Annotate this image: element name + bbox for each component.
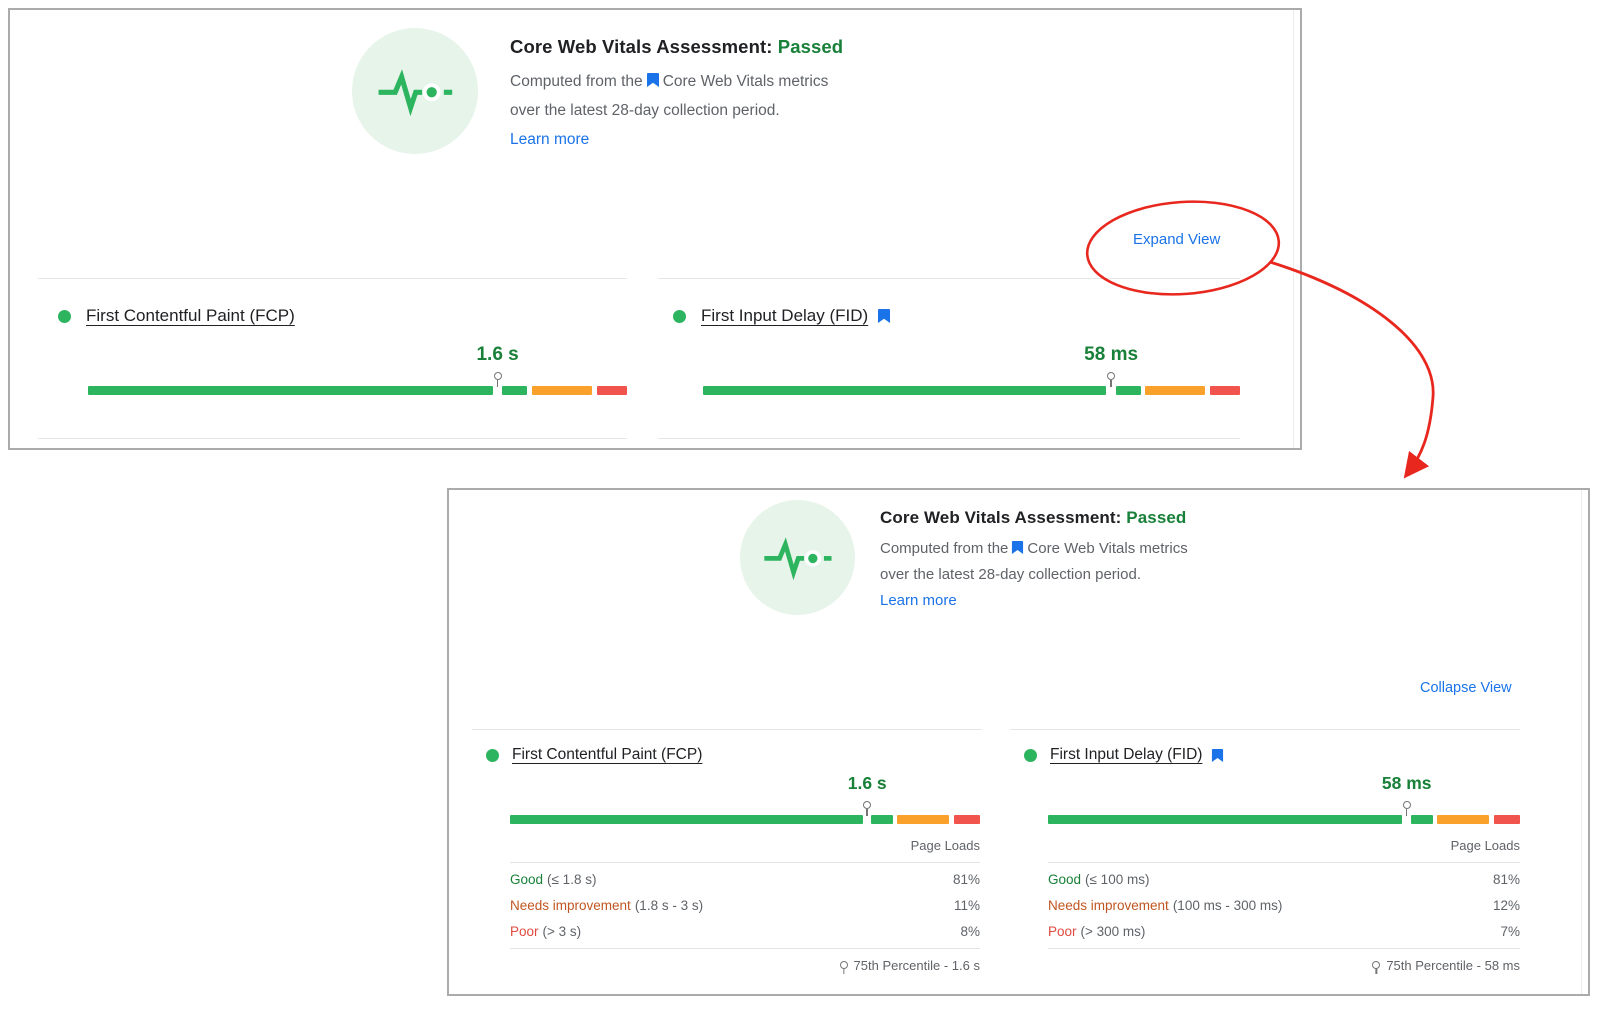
metric-fid-link[interactable]: First Input Delay (FID) — [701, 306, 868, 326]
metric-value: 1.6 s — [848, 773, 887, 794]
bookmark-icon — [646, 72, 660, 88]
bar-segment-good — [502, 386, 527, 395]
metric-fid: First Input Delay (FID) 58 ms — [673, 306, 1240, 326]
description-text: Core Web Vitals metrics — [663, 73, 829, 90]
cwv-collapsed-panel: Core Web Vitals Assessment: Passed Compu… — [8, 8, 1302, 450]
description-text: Core Web Vitals metrics — [1027, 540, 1187, 557]
bookmark-icon[interactable] — [1211, 748, 1224, 763]
section-divider — [38, 438, 627, 439]
scrollbar-track — [1581, 490, 1582, 994]
bar-segment-needs-improvement — [532, 386, 592, 395]
good-status-dot-icon — [1024, 749, 1037, 762]
bar-segment-poor — [1210, 386, 1240, 395]
metric-distribution-bar — [703, 386, 1240, 395]
assessment-title-text: Core Web Vitals Assessment: — [510, 36, 773, 57]
description-text: over the latest 28-day collection period… — [510, 102, 780, 119]
good-status-dot-icon — [486, 749, 499, 762]
column-divider — [1010, 729, 1520, 730]
assessment-header: Core Web Vitals Assessment: Passed Compu… — [880, 508, 1188, 614]
table-row-poor: Poor(> 300 ms) 7% — [1048, 918, 1520, 944]
bar-segment-good — [1411, 815, 1433, 824]
column-divider — [472, 729, 982, 730]
percentile-marker-pin-icon — [1107, 372, 1115, 387]
bar-segment-good — [871, 815, 893, 824]
percentile-marker-pin-icon — [863, 801, 871, 816]
bar-segment-needs-improvement — [1145, 386, 1205, 395]
metric-value: 1.6 s — [476, 344, 518, 366]
scrollbar-track — [1293, 10, 1294, 448]
metric-distribution-bar — [510, 815, 980, 824]
table-row-needs-improvement: Needs improvement(100 ms - 300 ms) 12% — [1048, 892, 1520, 918]
metric-distribution-bar — [88, 386, 627, 395]
bookmark-icon[interactable] — [877, 308, 891, 324]
metric-fcp: First Contentful Paint (FCP) 1.6 s Page … — [486, 746, 980, 764]
collapse-view-link[interactable]: Collapse View — [1420, 680, 1512, 696]
assessment-header: Core Web Vitals Assessment: Passed Compu… — [510, 36, 843, 154]
table-row-good: Good(≤ 100 ms) 81% — [1048, 866, 1520, 892]
status-badge: Passed — [1126, 508, 1186, 527]
bar-segment-good — [703, 386, 1106, 395]
description-text: Computed from the — [880, 540, 1008, 557]
assessment-title-text: Core Web Vitals Assessment: — [880, 508, 1121, 527]
expand-view-link[interactable]: Expand View — [1133, 231, 1220, 248]
table-row-good: Good(≤ 1.8 s) 81% — [510, 866, 980, 892]
status-badge: Passed — [778, 36, 843, 57]
metric-fcp-link[interactable]: First Contentful Paint (FCP) — [86, 306, 295, 326]
metric-distribution-bar — [1048, 815, 1520, 824]
bar-segment-poor — [1494, 815, 1520, 824]
metric-fid-link[interactable]: First Input Delay (FID) — [1050, 746, 1202, 764]
metric-detail-table: Page Loads Good(≤ 1.8 s) 81% Needs impro… — [510, 838, 980, 973]
bookmark-icon — [1011, 540, 1024, 555]
bar-segment-good — [88, 386, 493, 395]
bar-segment-good — [1048, 815, 1402, 824]
bar-segment-good — [1116, 386, 1141, 395]
table-row-poor: Poor(> 3 s) 8% — [510, 918, 980, 944]
bar-segment-good — [510, 815, 863, 824]
learn-more-link[interactable]: Learn more — [510, 131, 589, 148]
metric-value: 58 ms — [1382, 773, 1432, 794]
metric-value: 58 ms — [1084, 344, 1138, 366]
assessment-title: Core Web Vitals Assessment: Passed — [510, 36, 843, 58]
good-status-dot-icon — [673, 310, 686, 323]
learn-more-link[interactable]: Learn more — [880, 592, 957, 609]
assessment-description: Computed from the Core Web Vitals metrics… — [880, 536, 1188, 614]
column-divider — [38, 278, 627, 279]
page-loads-header: Page Loads — [1048, 838, 1520, 863]
bar-segment-poor — [597, 386, 627, 395]
percentile-footer: 75th Percentile - 1.6 s — [510, 958, 980, 973]
metric-detail-table: Page Loads Good(≤ 100 ms) 81% Needs impr… — [1048, 838, 1520, 973]
metric-fcp-link[interactable]: First Contentful Paint (FCP) — [512, 746, 702, 764]
pulse-heartbeat-icon — [352, 28, 478, 154]
metric-fid: First Input Delay (FID) 58 ms Page Loads… — [1024, 746, 1520, 764]
percentile-footer: 75th Percentile - 58 ms — [1048, 958, 1520, 973]
percentile-pin-icon — [1372, 961, 1380, 969]
page-loads-header: Page Loads — [510, 838, 980, 863]
pulse-heartbeat-icon — [740, 500, 855, 615]
percentile-marker-pin-icon — [1403, 801, 1411, 816]
description-text: Computed from the — [510, 73, 643, 90]
bar-segment-needs-improvement — [897, 815, 949, 824]
cwv-expanded-panel: Core Web Vitals Assessment: Passed Compu… — [447, 488, 1590, 996]
good-status-dot-icon — [58, 310, 71, 323]
column-divider — [658, 278, 1240, 279]
bar-segment-needs-improvement — [1437, 815, 1489, 824]
description-text: over the latest 28-day collection period… — [880, 566, 1141, 583]
metric-fcp: First Contentful Paint (FCP) 1.6 s — [58, 306, 627, 326]
percentile-pin-icon — [840, 961, 848, 969]
percentile-marker-pin-icon — [494, 372, 502, 387]
assessment-title: Core Web Vitals Assessment: Passed — [880, 508, 1188, 528]
table-row-needs-improvement: Needs improvement(1.8 s - 3 s) 11% — [510, 892, 980, 918]
section-divider — [658, 438, 1240, 439]
bar-segment-poor — [954, 815, 980, 824]
assessment-description: Computed from the Core Web Vitals metrics… — [510, 67, 843, 154]
